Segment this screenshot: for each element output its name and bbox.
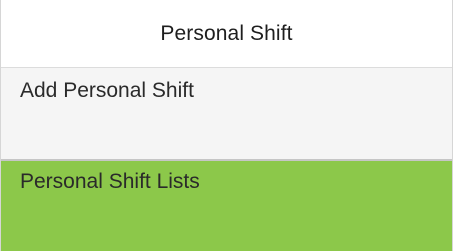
page-title: Personal Shift — [160, 21, 293, 45]
menu-item-add-personal-shift[interactable]: Add Personal Shift — [1, 67, 452, 159]
page-header: Personal Shift — [1, 0, 452, 67]
menu-item-personal-shift-lists[interactable]: Personal Shift Lists — [1, 161, 452, 251]
personal-shift-screen: Personal Shift Add Personal Shift Person… — [0, 0, 453, 251]
menu-item-label: Personal Shift Lists — [20, 170, 200, 193]
menu-item-label: Add Personal Shift — [20, 79, 194, 102]
